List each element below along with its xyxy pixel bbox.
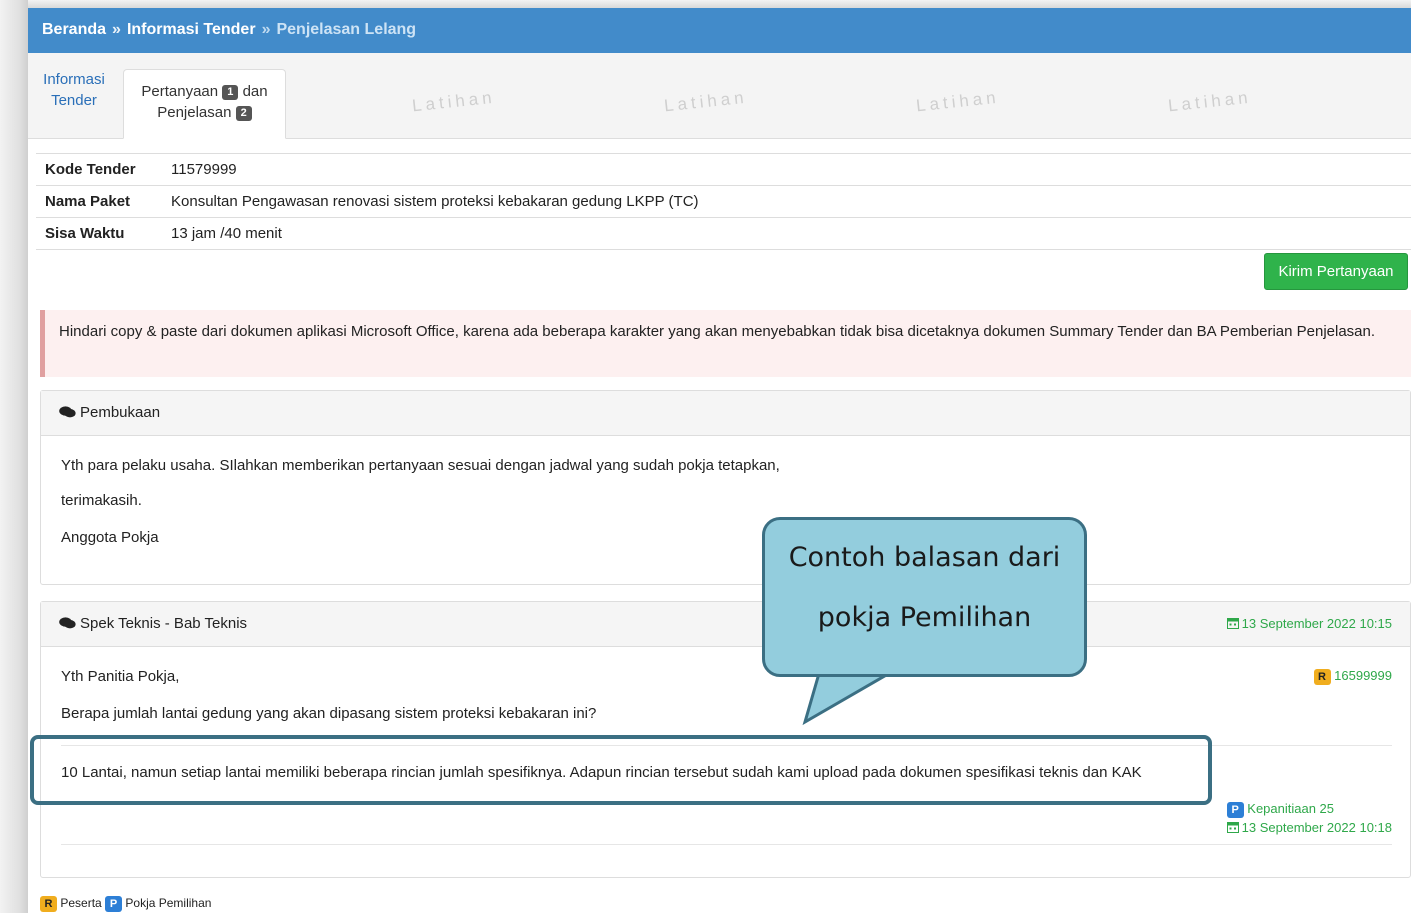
answer-meta: P Kepanitiaan 25 13 September 2022 10:18 xyxy=(1226,799,1392,837)
question-sender: R 16599999 xyxy=(1313,668,1392,685)
breadcrumb-separator: » xyxy=(261,21,271,38)
row-key: Sisa Waktu xyxy=(36,217,162,250)
question-date: 13 September 2022 10:15 xyxy=(1226,616,1392,631)
table-row: Nama Paket Konsultan Pengawasan renovasi… xyxy=(36,185,1411,218)
table-row: Sisa Waktu 13 jam /40 menit xyxy=(36,217,1411,250)
row-value: 11579999 xyxy=(162,153,1411,186)
breadcrumb-separator: » xyxy=(112,21,121,38)
badge-legend: R Peserta P Pokja Pemilihan xyxy=(40,896,211,912)
tab-informasi-tender[interactable]: Informasi Tender xyxy=(38,69,110,111)
panel-title: Spek Teknis - Bab Teknis xyxy=(80,615,248,632)
divider xyxy=(61,844,1392,845)
legend-label: Peserta xyxy=(60,896,102,910)
comments-icon xyxy=(59,406,76,418)
breadcrumb-section[interactable]: Informasi Tender xyxy=(127,21,256,38)
tab-label: Penjelasan xyxy=(157,104,232,121)
warning-alert: Hindari copy & paste dari dokumen aplika… xyxy=(40,310,1411,377)
row-key: Kode Tender xyxy=(36,153,162,186)
legend-label: Pokja Pemilihan xyxy=(125,896,212,910)
annotation-callout: Contoh balasan dari pokja Pemilihan xyxy=(762,517,1087,677)
opening-text: Anggota Pokja xyxy=(61,529,159,546)
row-value: Konsultan Pengawasan renovasi sistem pro… xyxy=(162,185,1411,218)
answer-author: Kepanitiaan 25 xyxy=(1247,801,1335,816)
question-count-badge: 1 xyxy=(222,85,239,100)
tab-label: Informasi xyxy=(43,71,105,88)
callout-text: pokja Pemilihan xyxy=(817,602,1032,633)
answer-date: 13 September 2022 10:18 xyxy=(1241,820,1392,835)
answer-count-badge: 2 xyxy=(235,106,252,121)
panel-header: Spek Teknis - Bab Teknis 13 September 20… xyxy=(41,602,1410,647)
tab-label: Tender xyxy=(51,92,97,109)
opening-text: terimakasih. xyxy=(61,492,142,509)
opening-text: Yth para pelaku usaha. SIlahkan memberik… xyxy=(61,457,780,474)
comments-icon xyxy=(59,617,76,629)
callout-text: Contoh balasan dari xyxy=(788,542,1061,573)
tender-info-table: Kode Tender 11579999 Nama Paket Konsulta… xyxy=(36,153,1411,250)
calendar-icon xyxy=(1226,618,1239,629)
pokja-badge: P xyxy=(105,896,123,912)
tab-label: dan xyxy=(242,83,268,100)
row-value: 13 jam /40 menit xyxy=(162,217,1411,250)
window-frame-top xyxy=(0,0,1411,8)
callout-pointer xyxy=(802,664,901,726)
panel-title: Pembukaan xyxy=(80,404,161,421)
opening-panel: Pembukaan Yth para pelaku usaha. SIlahka… xyxy=(40,390,1411,585)
peserta-badge: R xyxy=(1313,669,1331,685)
row-key: Nama Paket xyxy=(36,185,162,218)
pokja-badge: P xyxy=(1226,802,1244,818)
question-date-text: 13 September 2022 10:15 xyxy=(1241,616,1392,631)
tab-label: Pertanyaan xyxy=(141,83,219,100)
kirim-pertanyaan-button[interactable]: Kirim Pertanyaan xyxy=(1264,253,1408,290)
breadcrumb-current: Penjelasan Lelang xyxy=(276,21,417,38)
panel-header: Pembukaan xyxy=(41,391,1410,436)
question-text: Berapa jumlah lantai gedung yang akan di… xyxy=(61,705,597,722)
table-row: Kode Tender 11579999 xyxy=(36,153,1411,186)
breadcrumb-home[interactable]: Beranda xyxy=(42,21,106,38)
breadcrumb: Beranda » Informasi Tender » Penjelasan Lela… xyxy=(28,8,1411,53)
calendar-icon xyxy=(1226,822,1239,833)
answer-highlight-box xyxy=(30,735,1212,805)
peserta-badge: R xyxy=(40,896,57,912)
sender-id: 16599999 xyxy=(1334,668,1392,683)
window-frame-left xyxy=(0,0,28,913)
tab-pertanyaan-penjelasan[interactable]: Pertanyaan 1 dan Penjelasan 2 xyxy=(123,69,286,139)
question-greeting: Yth Panitia Pokja, xyxy=(61,668,180,685)
